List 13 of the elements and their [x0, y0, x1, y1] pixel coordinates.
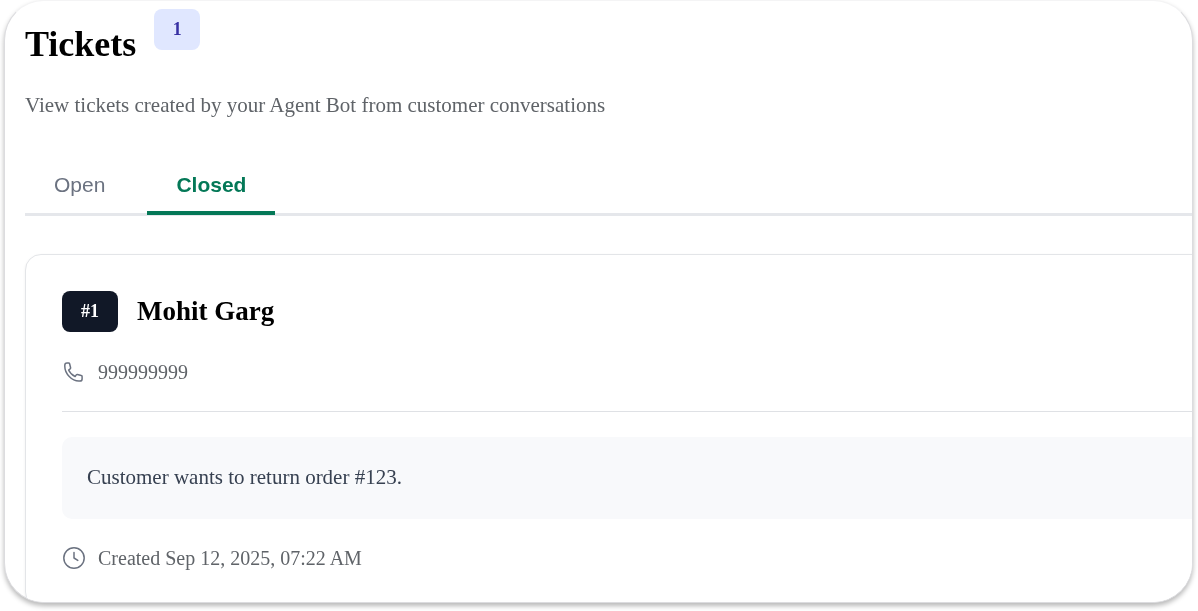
tab[interactable]: Closed: [147, 157, 276, 215]
tab[interactable]: Open: [25, 157, 135, 215]
count-badge: 1: [154, 9, 201, 50]
customer-name: Mohit Garg: [137, 295, 275, 328]
clock-icon: [62, 545, 86, 570]
ticket-card[interactable]: #1 Mohit Garg 999999999 Customer wants to return order #123. Created Sep 12, 2025, 07:22 AM: [25, 253, 1192, 602]
page-subtitle: View tickets created by your Agent Bot from customer conversations: [25, 92, 607, 120]
ticket-number-badge: #1: [62, 290, 118, 332]
ticket-summary: Customer wants to return order #123.: [62, 436, 1192, 519]
page-title: Tickets: [25, 23, 137, 66]
phone-number: 999999999: [98, 359, 188, 385]
created-date: Created Sep 12, 2025, 07:22 AM: [98, 545, 362, 571]
phone-icon: [62, 359, 86, 384]
